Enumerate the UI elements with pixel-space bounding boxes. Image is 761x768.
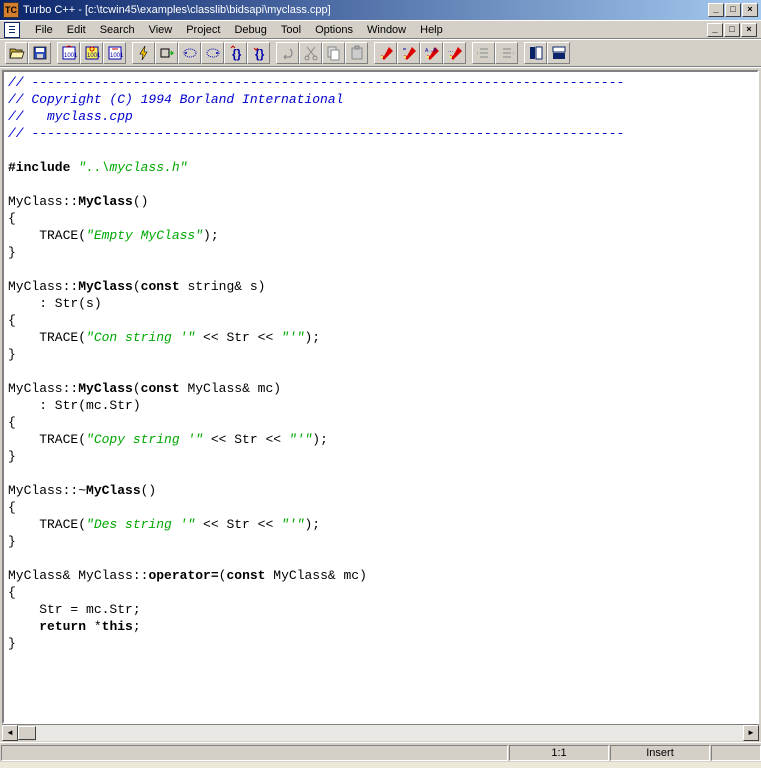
- scroll-right-button[interactable]: ►: [743, 725, 759, 741]
- toolbar: 1001 1001 1001 {} {} A→B ...: [0, 39, 761, 67]
- menu-project[interactable]: Project: [179, 22, 227, 38]
- menu-debug[interactable]: Debug: [227, 22, 273, 38]
- cut-button[interactable]: [299, 42, 322, 64]
- code-line: }: [8, 346, 753, 363]
- indent-button[interactable]: [495, 42, 518, 64]
- code-line: {: [8, 414, 753, 431]
- code-line: {: [8, 210, 753, 227]
- code-line: TRACE("Copy string '" << Str << "'");: [8, 431, 753, 448]
- step-button[interactable]: [155, 42, 178, 64]
- brace-close-button[interactable]: {}: [247, 42, 270, 64]
- horizontal-scrollbar[interactable]: ◄ ►: [2, 724, 759, 740]
- document-icon[interactable]: [4, 22, 20, 38]
- scroll-track[interactable]: [36, 725, 743, 741]
- window-controls: _ □ ×: [707, 3, 758, 17]
- menu-file[interactable]: File: [28, 22, 60, 38]
- code-line: {: [8, 499, 753, 516]
- binary2-button[interactable]: 1001: [80, 42, 103, 64]
- close-button[interactable]: ×: [742, 3, 758, 17]
- find-next-button[interactable]: [397, 42, 420, 64]
- scroll-thumb[interactable]: [18, 726, 36, 740]
- window-title: Turbo C++ - [c:\tcwin45\examples\classli…: [23, 4, 331, 16]
- mdi-minimize-button[interactable]: _: [707, 23, 723, 37]
- code-editor[interactable]: // -------------------------------------…: [2, 70, 759, 724]
- binary3-button[interactable]: 1001: [103, 42, 126, 64]
- menu-search[interactable]: Search: [93, 22, 142, 38]
- code-line: }: [8, 635, 753, 652]
- app-icon: TC: [3, 2, 19, 18]
- code-line: TRACE("Empty MyClass");: [8, 227, 753, 244]
- save-file-button[interactable]: [28, 42, 51, 64]
- code-line: Str = mc.Str;: [8, 601, 753, 618]
- code-line: MyClass::MyClass(const MyClass& mc): [8, 380, 753, 397]
- svg-text:A→B: A→B: [425, 48, 437, 54]
- status-extra: [711, 745, 761, 761]
- svg-text:{}: {}: [232, 47, 242, 61]
- code-line: }: [8, 533, 753, 550]
- copy-button[interactable]: [322, 42, 345, 64]
- code-line: }: [8, 448, 753, 465]
- code-line: [8, 261, 753, 278]
- code-line: // myclass.cpp: [8, 108, 753, 125]
- code-line: [8, 176, 753, 193]
- scroll-left-button[interactable]: ◄: [2, 725, 18, 741]
- svg-text:...: ...: [448, 48, 453, 54]
- code-line: // -------------------------------------…: [8, 125, 753, 142]
- editor-container: // -------------------------------------…: [0, 67, 761, 742]
- code-line: MyClass::MyClass(const string& s): [8, 278, 753, 295]
- mdi-controls: _ □ ×: [706, 23, 757, 37]
- brace-open-button[interactable]: {}: [224, 42, 247, 64]
- code-line: : Str(s): [8, 295, 753, 312]
- find-button[interactable]: [374, 42, 397, 64]
- code-line: {: [8, 584, 753, 601]
- title-bar: TC Turbo C++ - [c:\tcwin45\examples\clas…: [0, 0, 761, 20]
- menu-edit[interactable]: Edit: [60, 22, 93, 38]
- menu-view[interactable]: View: [142, 22, 180, 38]
- maximize-button[interactable]: □: [725, 3, 741, 17]
- undo-button[interactable]: [276, 42, 299, 64]
- mdi-maximize-button[interactable]: □: [724, 23, 740, 37]
- code-line: TRACE("Con string '" << Str << "'");: [8, 329, 753, 346]
- trace-into-button[interactable]: [178, 42, 201, 64]
- svg-text:1001: 1001: [64, 53, 77, 59]
- minimize-button[interactable]: _: [708, 3, 724, 17]
- status-bar: 1:1 Insert: [0, 742, 761, 762]
- menu-bar: File Edit Search View Project Debug Tool…: [0, 20, 761, 39]
- paste-button[interactable]: [345, 42, 368, 64]
- menu-tool[interactable]: Tool: [274, 22, 308, 38]
- status-mode: Insert: [610, 745, 710, 761]
- mdi-close-button[interactable]: ×: [741, 23, 757, 37]
- status-message: [1, 745, 508, 761]
- code-line: [8, 465, 753, 482]
- replace-button[interactable]: A→B: [420, 42, 443, 64]
- open-file-button[interactable]: [5, 42, 28, 64]
- code-line: MyClass::MyClass(): [8, 193, 753, 210]
- outdent-button[interactable]: [472, 42, 495, 64]
- code-line: {: [8, 312, 753, 329]
- code-line: [8, 142, 753, 159]
- project-view-button[interactable]: [524, 42, 547, 64]
- code-line: MyClass& MyClass::operator=(const MyClas…: [8, 567, 753, 584]
- code-line: // -------------------------------------…: [8, 74, 753, 91]
- code-line: // Copyright (C) 1994 Borland Internatio…: [8, 91, 753, 108]
- code-line: [8, 550, 753, 567]
- menu-window[interactable]: Window: [360, 22, 413, 38]
- svg-text:1001: 1001: [110, 53, 123, 59]
- code-line: return *this;: [8, 618, 753, 635]
- code-line: }: [8, 244, 753, 261]
- message-view-button[interactable]: [547, 42, 570, 64]
- menu-help[interactable]: Help: [413, 22, 450, 38]
- code-line: #include "..\myclass.h": [8, 159, 753, 176]
- status-position: 1:1: [509, 745, 609, 761]
- svg-text:1001: 1001: [87, 53, 100, 59]
- find-more-button[interactable]: ...: [443, 42, 466, 64]
- trace-over-button[interactable]: [201, 42, 224, 64]
- binary1-button[interactable]: 1001: [57, 42, 80, 64]
- code-line: MyClass::~MyClass(): [8, 482, 753, 499]
- code-line: TRACE("Des string '" << Str << "'");: [8, 516, 753, 533]
- run-button[interactable]: [132, 42, 155, 64]
- code-line: [8, 363, 753, 380]
- code-line: : Str(mc.Str): [8, 397, 753, 414]
- menu-options[interactable]: Options: [308, 22, 360, 38]
